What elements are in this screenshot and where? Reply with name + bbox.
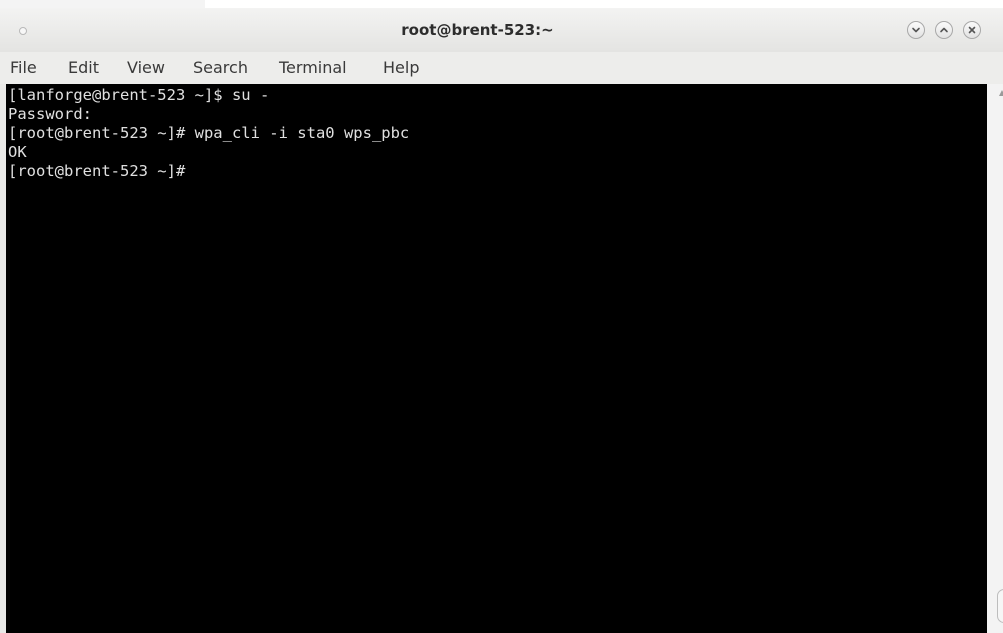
terminal-line: OK xyxy=(8,143,27,161)
chevron-down-icon xyxy=(912,27,920,33)
menu-bar: File Edit View Search Terminal Help xyxy=(0,52,1003,84)
title-bar[interactable]: root@brent-523:~ xyxy=(0,8,1003,52)
maximize-button[interactable] xyxy=(935,21,953,39)
menu-view[interactable]: View xyxy=(127,52,165,84)
vertical-scrollbar[interactable] xyxy=(987,84,1003,633)
chevron-up-icon xyxy=(940,27,948,33)
terminal-line: [root@brent-523 ~]# wpa_cli -i sta0 wps_… xyxy=(8,124,410,142)
terminal-line: [lanforge@brent-523 ~]$ su - xyxy=(8,86,270,104)
menu-file[interactable]: File xyxy=(10,52,37,84)
scrollbar-thumb[interactable] xyxy=(997,589,1003,623)
window-title: root@brent-523:~ xyxy=(401,21,554,39)
close-icon xyxy=(968,26,976,34)
terminal-output[interactable]: [lanforge@brent-523 ~]$ su - Password: [… xyxy=(6,84,987,633)
scroll-up-arrow-icon[interactable] xyxy=(999,90,1003,96)
terminal-window: root@brent-523:~ File Edit View Search T… xyxy=(0,8,1003,633)
menu-help[interactable]: Help xyxy=(383,52,419,84)
terminal-line: Password: xyxy=(8,105,92,123)
menu-search[interactable]: Search xyxy=(193,52,248,84)
close-button[interactable] xyxy=(963,21,981,39)
menu-terminal[interactable]: Terminal xyxy=(279,52,347,84)
menu-edit[interactable]: Edit xyxy=(68,52,99,84)
terminal-prompt-line: [root@brent-523 ~]# xyxy=(8,162,195,180)
minimize-button[interactable] xyxy=(907,21,925,39)
